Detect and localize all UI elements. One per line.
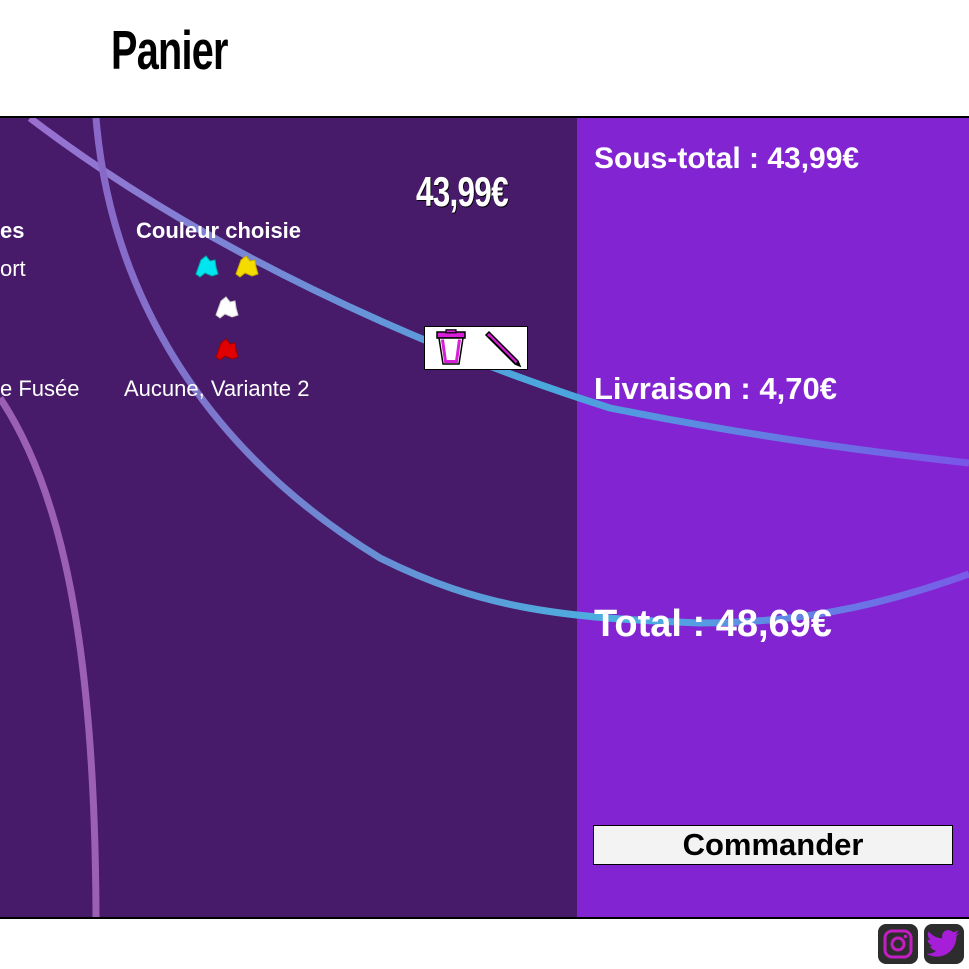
twitter-link[interactable] <box>924 924 964 964</box>
edit-button[interactable] <box>480 328 524 368</box>
column-header-color: Couleur choisie <box>136 218 302 243</box>
instagram-icon <box>883 929 913 959</box>
item-actions <box>424 326 528 370</box>
swatch-white <box>215 296 239 319</box>
summary-panel <box>577 118 969 917</box>
twitter-icon <box>926 930 960 957</box>
subtotal-label: Sous-total : 43,99€ <box>594 142 860 175</box>
pencil-icon <box>484 330 521 368</box>
shipping-label: Livraison : 4,70€ <box>594 371 837 406</box>
swatch-red <box>215 338 239 361</box>
footer-divider <box>0 917 969 919</box>
item-color-options: Aucune, Variante 2 <box>124 376 310 401</box>
order-button[interactable]: Commander <box>593 825 953 865</box>
delete-button[interactable] <box>429 328 473 368</box>
item-cell-partial-1: ort <box>0 256 26 281</box>
instagram-link[interactable] <box>878 924 918 964</box>
item-price: 43,99€ <box>416 168 509 215</box>
swatch-yellow <box>235 255 259 278</box>
trash-icon <box>435 329 466 365</box>
column-header-partial: es <box>0 218 25 243</box>
page-title: Panier <box>111 19 228 81</box>
item-cell-partial-2: e Fusée <box>0 376 80 401</box>
swatch-cyan <box>195 255 219 278</box>
total-label: Total : 48,69€ <box>594 603 832 645</box>
